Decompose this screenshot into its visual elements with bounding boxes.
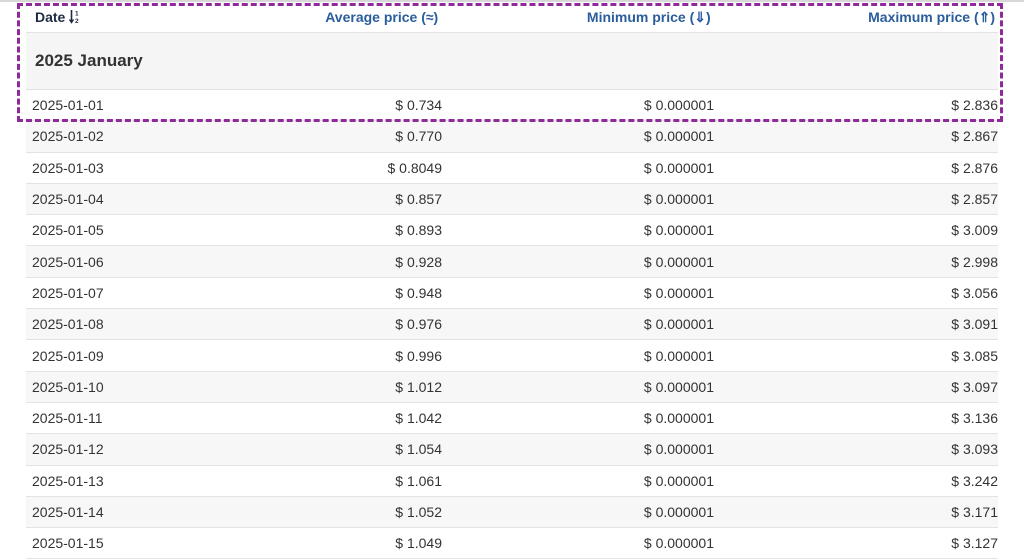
maximum-price-cell: $ 3.091 xyxy=(951,316,998,333)
minimum-price-cell: $ 0.000001 xyxy=(643,253,714,270)
table-row: 2025-01-13 $ 1.061 $ 0.000001 $ 3.242 xyxy=(26,466,998,497)
table-row: 2025-01-09 $ 0.996 $ 0.000001 $ 3.085 xyxy=(26,340,998,372)
minimum-price-cell: $ 0.000001 xyxy=(643,316,714,333)
minimum-price-cell: $ 0.000001 xyxy=(643,441,714,458)
table-row: 2025-01-10 $ 1.012 $ 0.000001 $ 3.097 xyxy=(26,371,998,403)
average-price-cell: $ 0.857 xyxy=(395,191,442,208)
date-cell: 2025-01-11 xyxy=(32,410,103,427)
date-cell: 2025-01-08 xyxy=(32,316,104,333)
average-price-cell: $ 1.052 xyxy=(395,504,442,520)
maximum-price-cell: $ 3.085 xyxy=(951,347,998,364)
date-cell: 2025-01-14 xyxy=(32,504,104,520)
minimum-price-cell: $ 0.000001 xyxy=(643,472,714,489)
minimum-price-cell: $ 0.000001 xyxy=(643,128,714,145)
date-cell: 2025-01-04 xyxy=(32,191,104,208)
table-row: 2025-01-03 $ 0.8049 $ 0.000001 $ 2.876 xyxy=(26,153,998,184)
table-row: 2025-01-05 $ 0.893 $ 0.000001 $ 3.009 xyxy=(26,215,998,247)
table-header-row: Date 1 2 Average price (≈) Minimum price… xyxy=(26,2,998,33)
minimum-price-cell: $ 0.000001 xyxy=(643,535,714,552)
date-cell: 2025-01-15 xyxy=(32,535,104,552)
date-cell: 2025-01-05 xyxy=(32,222,104,239)
month-group-label: 2025 January xyxy=(35,51,143,70)
table-row: 2025-01-12 $ 1.054 $ 0.000001 $ 3.093 xyxy=(26,434,998,466)
svg-text:2: 2 xyxy=(75,18,79,25)
sort-by-date-header[interactable]: Date 1 2 xyxy=(26,9,175,25)
average-price-cell: $ 0.734 xyxy=(395,97,442,114)
sort-by-maximum-header[interactable]: Maximum price (⇑) xyxy=(714,9,998,26)
date-cell: 2025-01-03 xyxy=(32,159,104,176)
average-price-cell: $ 0.928 xyxy=(395,253,442,270)
table-row: 2025-01-08 $ 0.976 $ 0.000001 $ 3.091 xyxy=(26,309,998,341)
date-cell: 2025-01-13 xyxy=(32,472,104,489)
average-price-cell: $ 0.976 xyxy=(395,316,442,333)
table-row: 2025-01-01 $ 0.734 $ 0.000001 $ 2.836 xyxy=(26,90,998,122)
average-price-cell: $ 0.996 xyxy=(395,347,442,364)
date-cell: 2025-01-10 xyxy=(32,378,104,395)
minimum-price-cell: $ 0.000001 xyxy=(643,222,714,239)
month-group-row: 2025 January xyxy=(26,33,998,90)
maximum-price-cell: $ 2.867 xyxy=(951,128,998,145)
average-price-cell: $ 1.054 xyxy=(395,441,442,458)
maximum-price-cell: $ 3.127 xyxy=(951,535,998,552)
minimum-price-cell: $ 0.000001 xyxy=(643,347,714,364)
maximum-price-cell: $ 3.009 xyxy=(951,222,998,239)
average-price-cell: $ 0.893 xyxy=(395,222,442,239)
average-price-cell: $ 0.770 xyxy=(395,128,442,145)
date-header-label: Date xyxy=(35,9,66,25)
table-row: 2025-01-14 $ 1.052 $ 0.000001 $ 3.171 xyxy=(26,496,998,529)
date-cell: 2025-01-01 xyxy=(32,97,104,114)
maximum-price-cell: $ 2.998 xyxy=(951,253,998,270)
maximum-price-cell: $ 2.876 xyxy=(951,159,998,176)
minimum-price-cell: $ 0.000001 xyxy=(643,284,714,301)
minimum-price-cell: $ 0.000001 xyxy=(643,97,714,114)
average-price-cell: $ 1.012 xyxy=(395,378,442,395)
table-body: 2025-01-01 $ 0.734 $ 0.000001 $ 2.836 2025-0… xyxy=(26,90,998,559)
date-cell: 2025-01-09 xyxy=(32,347,104,364)
date-cell: 2025-01-12 xyxy=(32,441,104,458)
table-row: 2025-01-02 $ 0.770 $ 0.000001 $ 2.867 xyxy=(26,121,998,153)
sort-by-minimum-header[interactable]: Minimum price (⇓) xyxy=(441,9,713,26)
sort-ascending-icon[interactable]: 1 2 xyxy=(69,9,81,25)
table-row: 2025-01-07 $ 0.948 $ 0.000001 $ 3.056 xyxy=(26,278,998,310)
average-price-cell: $ 0.948 xyxy=(395,284,442,301)
minimum-price-cell: $ 0.000001 xyxy=(643,504,714,520)
table-row: 2025-01-11 $ 1.042 $ 0.000001 $ 3.136 xyxy=(26,403,998,435)
date-cell: 2025-01-06 xyxy=(32,253,104,270)
maximum-price-cell: $ 3.097 xyxy=(951,378,998,395)
minimum-price-cell: $ 0.000001 xyxy=(643,191,714,208)
average-price-cell: $ 1.042 xyxy=(395,410,442,427)
maximum-price-cell: $ 3.242 xyxy=(951,472,998,489)
minimum-price-cell: $ 0.000001 xyxy=(643,410,714,427)
maximum-price-cell: $ 3.171 xyxy=(951,504,998,520)
maximum-price-cell: $ 2.836 xyxy=(951,97,998,114)
average-price-cell: $ 0.8049 xyxy=(387,159,443,176)
average-price-cell: $ 1.061 xyxy=(395,472,442,489)
maximum-price-cell: $ 2.857 xyxy=(951,191,998,208)
sort-by-average-header[interactable]: Average price (≈) xyxy=(175,9,442,25)
maximum-price-cell: $ 3.093 xyxy=(951,441,998,458)
svg-text:1: 1 xyxy=(75,11,79,18)
date-cell: 2025-01-02 xyxy=(32,128,104,145)
minimum-price-cell: $ 0.000001 xyxy=(643,378,714,395)
maximum-price-cell: $ 3.136 xyxy=(951,410,998,427)
maximum-price-cell: $ 3.056 xyxy=(951,284,998,301)
price-history-table: Date 1 2 Average price (≈) Minimum price… xyxy=(26,2,998,559)
table-row: 2025-01-06 $ 0.928 $ 0.000001 $ 2.998 xyxy=(26,246,998,278)
date-cell: 2025-01-07 xyxy=(32,284,104,301)
table-row: 2025-01-04 $ 0.857 $ 0.000001 $ 2.857 xyxy=(26,183,998,216)
average-price-cell: $ 1.049 xyxy=(395,535,442,552)
minimum-price-cell: $ 0.000001 xyxy=(643,159,714,176)
